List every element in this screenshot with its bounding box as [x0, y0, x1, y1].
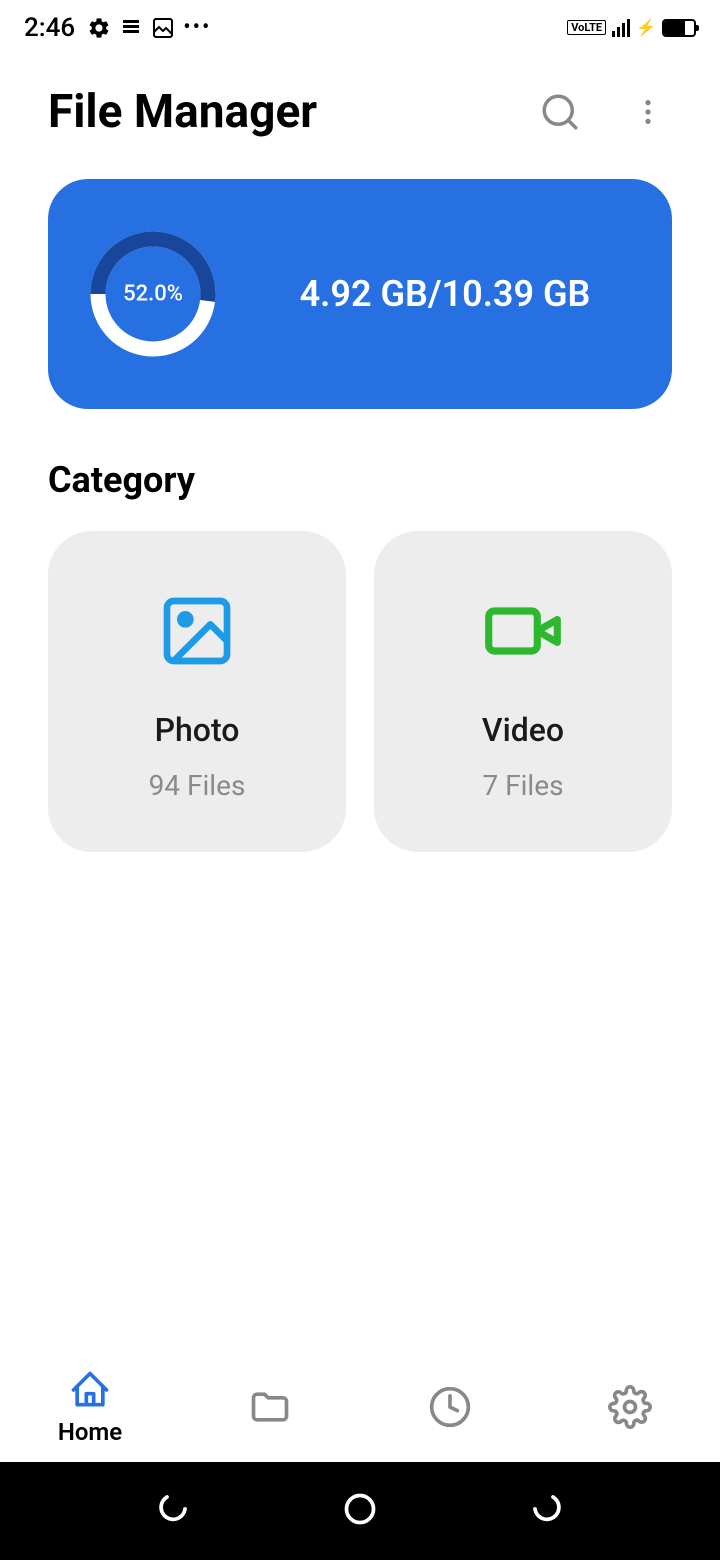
- status-left: 2:46 •••: [24, 13, 211, 43]
- category-title: Video: [482, 711, 564, 749]
- storage-progress-ring: 52.0%: [88, 229, 218, 359]
- document-icon: [119, 16, 143, 40]
- storage-used-total: 4.92 GB/10.39 GB: [258, 273, 632, 315]
- gear-icon: [87, 16, 111, 40]
- back-icon: [529, 1491, 565, 1527]
- nav-home-label: Home: [58, 1418, 122, 1446]
- category-section-title: Category: [0, 429, 720, 521]
- nav-home[interactable]: Home: [30, 1368, 150, 1446]
- status-bar: 2:46 ••• VoLTE ⚡: [0, 0, 720, 55]
- category-count: 7 Files: [482, 769, 563, 802]
- more-button[interactable]: [624, 88, 672, 136]
- app-header: File Manager: [0, 55, 720, 159]
- page-title: File Manager: [48, 85, 496, 139]
- image-icon: [151, 16, 175, 40]
- system-nav: [0, 1462, 720, 1560]
- status-icons-left: •••: [87, 15, 211, 40]
- video-icon: [483, 591, 563, 671]
- charging-icon: ⚡: [636, 18, 656, 37]
- category-count: 94 Files: [149, 769, 246, 802]
- signal-icon: [612, 19, 630, 37]
- status-right: VoLTE ⚡: [567, 18, 696, 37]
- more-vertical-icon: [632, 91, 664, 133]
- battery-icon: [662, 19, 696, 37]
- nav-folder[interactable]: [210, 1385, 330, 1429]
- home-circle-icon: [342, 1491, 378, 1527]
- system-recent-button[interactable]: [155, 1491, 191, 1531]
- nav-recent[interactable]: [390, 1385, 510, 1429]
- folder-icon: [248, 1385, 292, 1429]
- category-video[interactable]: Video 7 Files: [374, 531, 672, 852]
- gear-icon: [608, 1385, 652, 1429]
- photo-icon: [157, 591, 237, 671]
- nav-settings[interactable]: [570, 1385, 690, 1429]
- recent-apps-icon: [155, 1491, 191, 1527]
- storage-card[interactable]: 52.0% 4.92 GB/10.39 GB: [48, 179, 672, 409]
- home-icon: [68, 1368, 112, 1412]
- search-button[interactable]: [536, 88, 584, 136]
- system-back-button[interactable]: [529, 1491, 565, 1531]
- status-time: 2:46: [24, 13, 75, 43]
- system-home-button[interactable]: [342, 1491, 378, 1531]
- bottom-nav: Home: [0, 1352, 720, 1462]
- more-dots-icon: •••: [183, 15, 211, 40]
- volte-badge: VoLTE: [567, 20, 606, 35]
- category-photo[interactable]: Photo 94 Files: [48, 531, 346, 852]
- category-list: Photo 94 Files Video 7 Files: [0, 521, 720, 862]
- clock-icon: [428, 1385, 472, 1429]
- search-icon: [539, 91, 581, 133]
- storage-percentage: 52.0%: [123, 282, 183, 307]
- category-title: Photo: [155, 711, 240, 749]
